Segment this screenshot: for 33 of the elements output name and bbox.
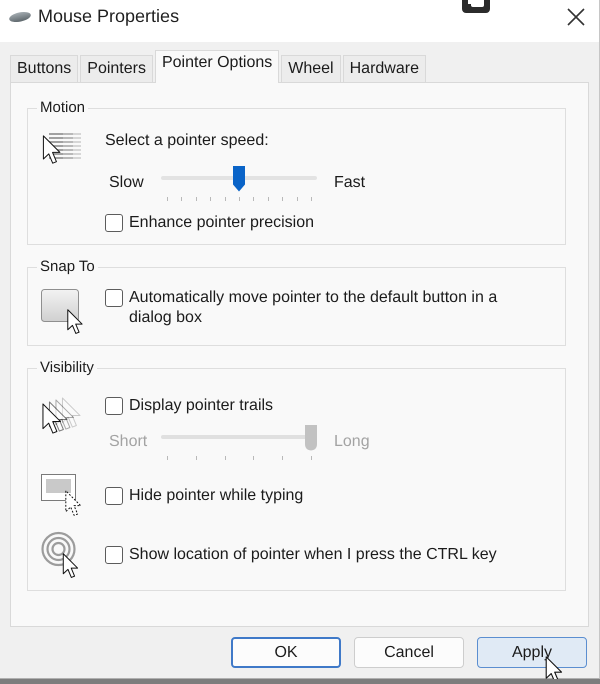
group-label: Motion bbox=[39, 99, 86, 117]
dialog-button[interactable]: OK bbox=[231, 637, 341, 668]
checkbox-label[interactable]: Enhance pointer precision bbox=[129, 213, 314, 233]
slider-max-label: Long bbox=[334, 432, 370, 452]
close-icon bbox=[567, 8, 585, 26]
checkbox-label[interactable]: Display pointer trails bbox=[129, 396, 274, 416]
dialog-button[interactable]: Apply bbox=[477, 637, 587, 668]
checkbox[interactable] bbox=[105, 487, 123, 505]
checkbox[interactable] bbox=[105, 214, 123, 232]
tab[interactable]: Wheel bbox=[281, 55, 341, 82]
tab[interactable]: Buttons bbox=[10, 55, 78, 82]
mouse-icon bbox=[8, 11, 32, 23]
slider-max-label: Fast bbox=[334, 173, 366, 193]
tab[interactable]: Pointers bbox=[80, 55, 153, 82]
checkbox-label[interactable]: Automatically move pointer to the default button in a dialog box bbox=[129, 288, 519, 328]
tab[interactable]: Pointer Options bbox=[154, 50, 280, 83]
close-button[interactable] bbox=[565, 6, 587, 28]
checkbox[interactable] bbox=[105, 289, 123, 307]
dialog-button[interactable]: Cancel bbox=[354, 637, 464, 668]
slider-thumb[interactable] bbox=[232, 165, 246, 192]
checkbox[interactable] bbox=[105, 546, 123, 564]
checkbox[interactable] bbox=[105, 397, 123, 415]
group-label: Snap To bbox=[39, 258, 96, 276]
checkbox-label[interactable]: Show location of pointer when I press the CTRL key bbox=[129, 545, 497, 565]
caption-text: Select a pointer speed: bbox=[105, 131, 270, 151]
slider-min-label: Slow bbox=[108, 173, 145, 193]
slider-min-label: Short bbox=[108, 432, 148, 452]
checkbox-label[interactable]: Hide pointer while typing bbox=[129, 486, 304, 506]
group-label: Visibility bbox=[39, 359, 95, 377]
slider-track[interactable] bbox=[159, 165, 319, 202]
tab[interactable]: Hardware bbox=[342, 55, 426, 82]
cursor-rings-icon bbox=[41, 531, 81, 579]
window-title: Mouse Properties bbox=[38, 5, 180, 27]
